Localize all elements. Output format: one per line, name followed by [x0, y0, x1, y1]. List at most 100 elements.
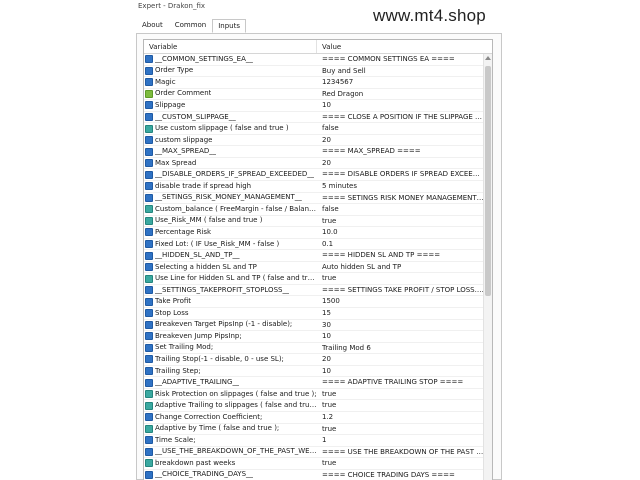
table-row[interactable]: __SETTINGS_TAKEPROFIT_STOPLOSS__ ==== SET…: [144, 285, 484, 297]
value-cell[interactable]: false: [317, 123, 484, 134]
bool-type-icon: [145, 216, 153, 225]
table-row[interactable]: __SETINGS_RISK_MONEY_MANAGEMENT__ ==== SE…: [144, 193, 484, 205]
variable-cell: Trailing Stop(-1 - disable, 0 - use SL);: [144, 354, 317, 365]
table-row[interactable]: Order Comment Red Dragon: [144, 89, 484, 101]
value-cell[interactable]: ==== CLOSE A POSITION IF THE SLIPPAGE IS…: [317, 112, 484, 123]
table-row[interactable]: Use_Risk_MM ( false and true ) true: [144, 216, 484, 228]
value-type-icon: [145, 66, 153, 75]
table-row[interactable]: Adaptive by Time ( false and true ); true: [144, 424, 484, 436]
value-cell[interactable]: ==== SETINGS RISK MONEY MANAGEMENT ====: [317, 193, 484, 204]
vertical-scrollbar[interactable]: [483, 54, 492, 480]
table-row[interactable]: __ADAPTIVE_TRAILING__ ==== ADAPTIVE TRAIL…: [144, 377, 484, 389]
value-cell[interactable]: 20: [317, 354, 484, 365]
variable-name: Fixed Lot: ( IF Use_Risk_MM - false ): [155, 239, 280, 248]
variable-cell: Take Profit: [144, 296, 317, 307]
table-row[interactable]: Percentage Risk 10.0: [144, 227, 484, 239]
value-cell[interactable]: ==== ADAPTIVE TRAILING STOP ====: [317, 377, 484, 388]
value-cell[interactable]: 10: [317, 366, 484, 377]
table-row[interactable]: Order Type Buy and Sell: [144, 66, 484, 78]
variable-cell: __ADAPTIVE_TRAILING__: [144, 377, 317, 388]
column-header-variable[interactable]: Variable: [144, 40, 317, 53]
table-row[interactable]: disable trade if spread high 5 minutes: [144, 181, 484, 193]
value-cell[interactable]: 10: [317, 100, 484, 111]
table-row[interactable]: __CHOICE_TRADING_DAYS__ ==== CHOICE TRADI…: [144, 470, 484, 480]
value-cell[interactable]: 30: [317, 320, 484, 331]
column-header-value[interactable]: Value: [317, 40, 492, 53]
table-row[interactable]: Set Trailing Mod; Trailing Mod 6: [144, 343, 484, 355]
value-cell[interactable]: ==== USE THE BREAKDOWN OF THE PAST WEEKS…: [317, 447, 484, 458]
value-cell[interactable]: true: [317, 424, 484, 435]
table-row[interactable]: Fixed Lot: ( IF Use_Risk_MM - false ) 0.1: [144, 239, 484, 251]
table-row[interactable]: Use Line for Hidden SL and TP ( false an…: [144, 273, 484, 285]
value-cell[interactable]: 20: [317, 158, 484, 169]
table-row[interactable]: custom slippage 20: [144, 135, 484, 147]
value-cell[interactable]: 10: [317, 331, 484, 342]
table-row[interactable]: Slippage 10: [144, 100, 484, 112]
scroll-up-arrow-icon[interactable]: [485, 56, 491, 60]
scrollbar-thumb[interactable]: [485, 66, 491, 296]
table-row[interactable]: breakdown past weeks true: [144, 458, 484, 470]
value-cell[interactable]: 5 minutes: [317, 181, 484, 192]
tab-common[interactable]: Common: [169, 18, 213, 32]
value-cell[interactable]: ==== COMMON SETTINGS EA ====: [317, 54, 484, 65]
value-cell[interactable]: false: [317, 204, 484, 215]
table-row[interactable]: Selecting a hidden SL and TP Auto hidden …: [144, 262, 484, 274]
table-row[interactable]: Magic 1234567: [144, 77, 484, 89]
table-row[interactable]: Stop Loss 15: [144, 308, 484, 320]
value-cell[interactable]: ==== HIDDEN SL AND TP ====: [317, 250, 484, 261]
value-cell[interactable]: 10.0: [317, 227, 484, 238]
value-cell[interactable]: Buy and Sell: [317, 66, 484, 77]
table-row[interactable]: __USE_THE_BREAKDOWN_OF_THE_PAST_WEEKS...…: [144, 447, 484, 459]
table-row[interactable]: Time Scale; 1: [144, 435, 484, 447]
value-cell[interactable]: true: [317, 400, 484, 411]
variable-name: Use Line for Hidden SL and TP ( false an…: [155, 274, 317, 283]
table-row[interactable]: Take Profit 1500: [144, 296, 484, 309]
value-type-icon: [145, 113, 153, 121]
tab-about[interactable]: About: [136, 18, 169, 32]
value-cell[interactable]: ==== MAX_SPREAD ====: [317, 146, 484, 157]
value-cell[interactable]: true: [317, 216, 484, 227]
variable-cell: Percentage Risk: [144, 227, 317, 238]
variable-cell: __USE_THE_BREAKDOWN_OF_THE_PAST_WEEKS...: [144, 447, 317, 458]
value-cell[interactable]: Trailing Mod 6: [317, 343, 484, 354]
value-cell[interactable]: 0.1: [317, 239, 484, 250]
value-cell[interactable]: 1: [317, 435, 484, 446]
table-row[interactable]: Trailing Stop(-1 - disable, 0 - use SL);…: [144, 354, 484, 366]
table-row[interactable]: Change Correction Coefficient; 1.2: [144, 412, 484, 424]
variable-cell: __MAX_SPREAD__: [144, 146, 317, 157]
value-cell[interactable]: ==== DISABLE ORDERS IF SPREAD EXCEEDED =…: [317, 169, 484, 180]
value-cell[interactable]: true: [317, 273, 484, 284]
variable-cell: Magic: [144, 77, 317, 88]
value-cell[interactable]: 1500: [317, 296, 484, 307]
value-cell[interactable]: 1234567: [317, 77, 484, 88]
variable-name: breakdown past weeks: [155, 458, 236, 467]
table-row[interactable]: Max Spread 20: [144, 158, 484, 170]
table-row[interactable]: __HIDDEN_SL_AND_TP__ ==== HIDDEN SL AND T…: [144, 250, 484, 262]
variable-name: __ADAPTIVE_TRAILING__: [155, 378, 240, 387]
table-row[interactable]: Trailing Step; 10: [144, 366, 484, 378]
value-cell[interactable]: 20: [317, 135, 484, 146]
table-row[interactable]: Risk Protection on slippages ( false and…: [144, 389, 484, 401]
value-cell[interactable]: Auto hidden SL and TP: [317, 262, 484, 273]
table-row[interactable]: __DISABLE_ORDERS_IF_SPREAD_EXCEEDED__ ===…: [144, 169, 484, 182]
value-cell[interactable]: 15: [317, 308, 484, 319]
value-cell[interactable]: Red Dragon: [317, 89, 484, 100]
value-cell[interactable]: ==== SETTINGS TAKE PROFIT / STOP LOSS. (…: [317, 285, 484, 296]
variable-name: Breakeven Jump PipsInp;: [155, 331, 242, 340]
variable-name: Adaptive by Time ( false and true );: [155, 424, 280, 433]
table-row[interactable]: Breakeven Target PipsInp (-1 - disable);…: [144, 320, 484, 332]
value-cell[interactable]: true: [317, 389, 484, 400]
table-row[interactable]: __CUSTOM_SLIPPAGE__ ==== CLOSE A POSITION…: [144, 112, 484, 124]
value-cell[interactable]: ==== CHOICE TRADING DAYS ====: [317, 470, 484, 480]
value-cell[interactable]: true: [317, 458, 484, 469]
variable-name: __SETTINGS_TAKEPROFIT_STOPLOSS__: [155, 285, 290, 294]
variable-cell: Adaptive Trailing to slippages ( false a…: [144, 400, 317, 411]
table-row[interactable]: __MAX_SPREAD__ ==== MAX_SPREAD ====: [144, 146, 484, 158]
table-row[interactable]: Breakeven Jump PipsInp; 10: [144, 331, 484, 343]
table-row[interactable]: Custom_balance ( FreeMargin - false / Ba…: [144, 204, 484, 216]
table-row[interactable]: __COMMON_SETTINGS_EA__ ==== COMMON SETTIN…: [144, 54, 484, 66]
table-row[interactable]: Adaptive Trailing to slippages ( false a…: [144, 400, 484, 412]
tab-inputs[interactable]: Inputs: [212, 19, 247, 33]
table-row[interactable]: Use custom slippage ( false and true ) fa…: [144, 123, 484, 135]
value-cell[interactable]: 1.2: [317, 412, 484, 423]
